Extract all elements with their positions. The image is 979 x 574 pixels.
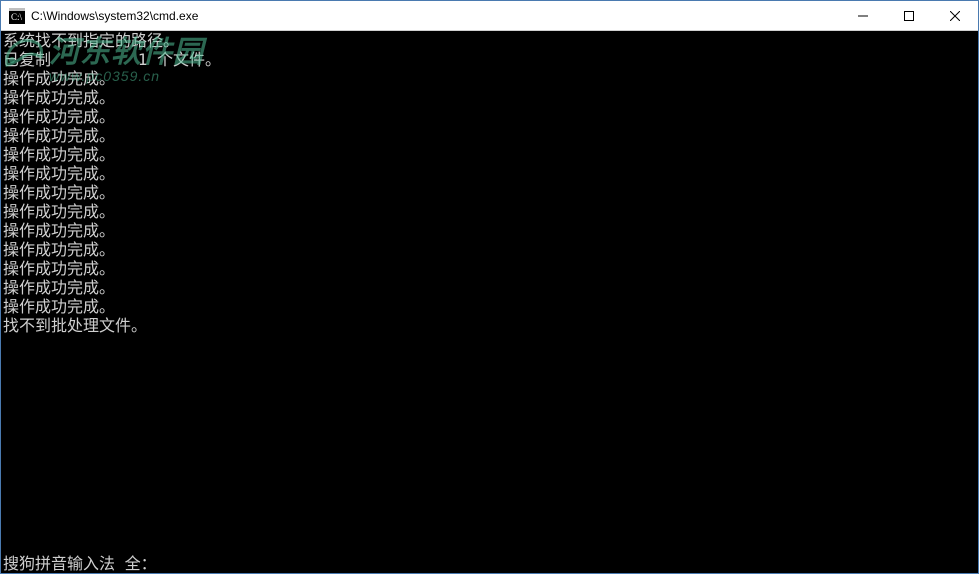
minimize-icon: [858, 11, 868, 21]
svg-text:C:\: C:\: [11, 12, 23, 22]
close-button[interactable]: [932, 1, 978, 30]
console-line: 系统找不到指定的路径。: [3, 31, 976, 50]
console-line: 操作成功完成。: [3, 183, 976, 202]
console-line: 操作成功完成。: [3, 259, 976, 278]
console-area[interactable]: 系统找不到指定的路径。 已复制 1 个文件。 操作成功完成。 操作成功完成。 操…: [1, 31, 978, 573]
console-line: 找不到批处理文件。: [3, 316, 976, 335]
titlebar[interactable]: C:\ C:\Windows\system32\cmd.exe: [1, 1, 978, 31]
cmd-window: C:\ C:\Windows\system32\cmd.exe 系统找不到指定的…: [0, 0, 979, 574]
console-line: 操作成功完成。: [3, 145, 976, 164]
console-line: 已复制 1 个文件。: [3, 50, 976, 69]
window-controls: [840, 1, 978, 30]
console-line: 操作成功完成。: [3, 88, 976, 107]
cmd-icon: C:\: [9, 8, 25, 24]
console-output: 系统找不到指定的路径。 已复制 1 个文件。 操作成功完成。 操作成功完成。 操…: [3, 31, 976, 335]
console-line: 操作成功完成。: [3, 240, 976, 259]
console-line: 操作成功完成。: [3, 69, 976, 88]
ime-status-line: 搜狗拼音输入法 全：: [3, 554, 976, 573]
maximize-button[interactable]: [886, 1, 932, 30]
close-icon: [950, 11, 960, 21]
window-title: C:\Windows\system32\cmd.exe: [31, 9, 198, 23]
console-line: 操作成功完成。: [3, 126, 976, 145]
console-line: 操作成功完成。: [3, 202, 976, 221]
minimize-button[interactable]: [840, 1, 886, 30]
console-line: 操作成功完成。: [3, 107, 976, 126]
console-line: 操作成功完成。: [3, 297, 976, 316]
console-line: 操作成功完成。: [3, 164, 976, 183]
console-line: 操作成功完成。: [3, 278, 976, 297]
maximize-icon: [904, 11, 914, 21]
console-line: 操作成功完成。: [3, 221, 976, 240]
